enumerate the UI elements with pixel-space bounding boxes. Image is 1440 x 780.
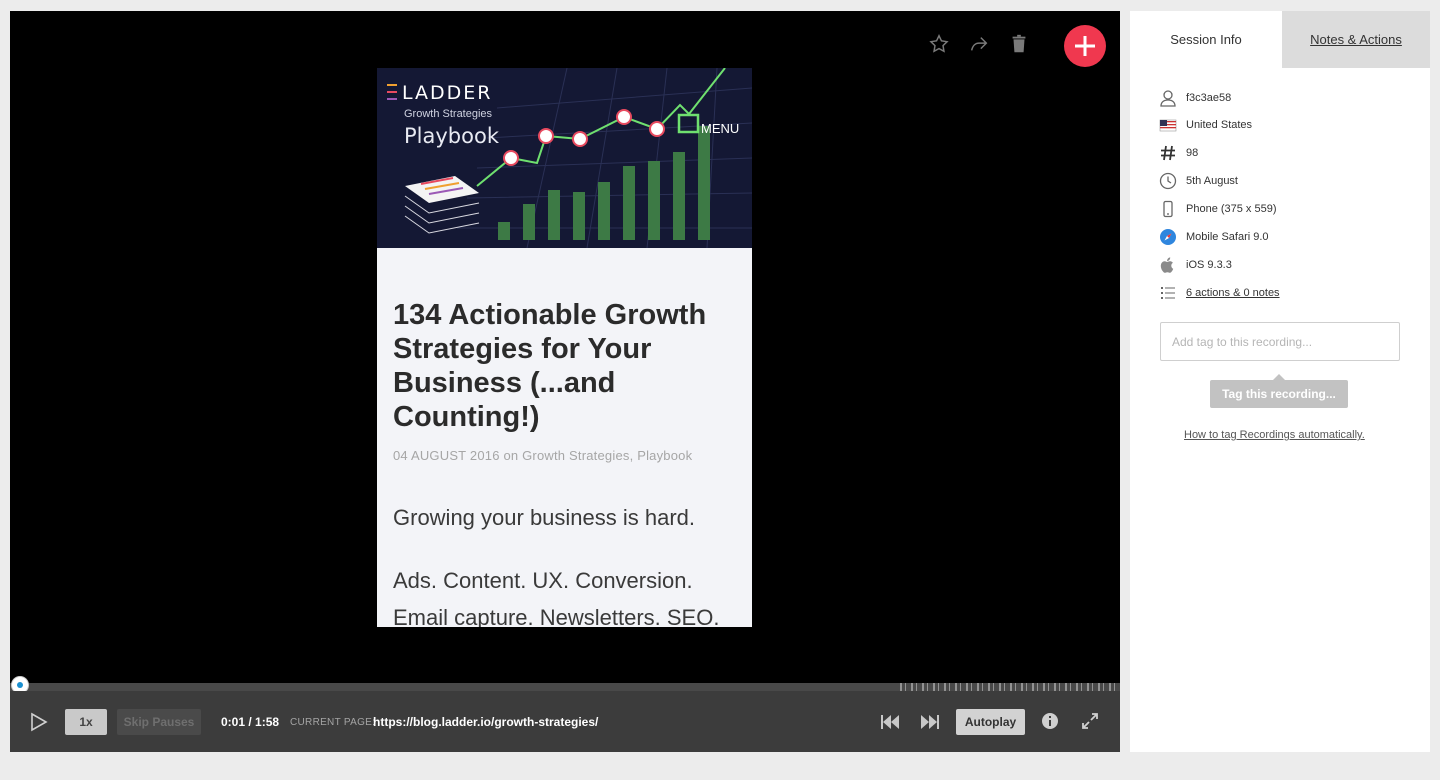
menu-label: MENU [701, 121, 740, 136]
article-tag-separator: , [629, 448, 634, 463]
tag-input[interactable] [1160, 322, 1400, 361]
sidebar-tabs: Session Info Notes & Actions [1130, 11, 1430, 68]
next-session-icon[interactable] [920, 713, 940, 731]
session-number: 98 [1186, 147, 1199, 159]
article-date: 04 AUGUST 2016 [393, 448, 500, 463]
share-icon[interactable] [968, 33, 990, 55]
us-flag-icon [1159, 116, 1177, 134]
autoplay-button[interactable]: Autoplay [956, 709, 1025, 735]
clock-icon [1159, 172, 1177, 190]
article-title: 134 Actionable Growth Strategies for You… [393, 299, 707, 433]
tab-session-info[interactable]: Session Info [1130, 11, 1282, 68]
device: Phone (375 x 559) [1186, 203, 1277, 215]
article-meta-on: on [503, 448, 519, 463]
player-viewport: LADDER Growth Strategies Playbook MENU 1… [10, 11, 1120, 683]
playback-time: 0:01 / 1:58 [221, 715, 280, 729]
user-id: f3c3ae58 [1186, 92, 1232, 104]
ladder-logo: LADDER [387, 82, 493, 104]
play-icon[interactable] [30, 712, 48, 732]
actions-notes-link[interactable]: 6 actions & 0 notes [1186, 287, 1280, 299]
info-number: 98 [1159, 144, 1198, 162]
info-device: Phone (375 x 559) [1159, 200, 1277, 218]
recorded-page: LADDER Growth Strategies Playbook MENU 1… [377, 68, 752, 627]
auto-tag-help-link[interactable]: How to tag Recordings automatically. [1184, 429, 1365, 441]
info-user: f3c3ae58 [1159, 89, 1231, 107]
previous-session-icon[interactable] [880, 713, 900, 731]
phone-icon [1159, 200, 1177, 218]
article-meta: 04 AUGUST 2016 on Growth Strategies, Pla… [393, 448, 692, 463]
fullscreen-icon[interactable] [1081, 712, 1099, 730]
tab-notes-actions[interactable]: Notes & Actions [1282, 11, 1430, 68]
trash-icon[interactable] [1008, 33, 1030, 55]
playback-timeline[interactable] [10, 677, 1120, 693]
operating-system: iOS 9.3.3 [1186, 259, 1232, 271]
star-icon[interactable] [928, 33, 950, 55]
add-button[interactable] [1064, 25, 1106, 67]
hero-subtitle: Growth Strategies [404, 108, 493, 120]
browser: Mobile Safari 9.0 [1186, 231, 1269, 243]
activity-markers [900, 683, 1120, 691]
hero-title: Playbook [404, 124, 499, 148]
info-country: United States [1159, 116, 1252, 134]
country: United States [1186, 119, 1253, 131]
speed-button[interactable]: 1x [65, 709, 107, 735]
tag-recording-button[interactable]: Tag this recording... [1210, 374, 1348, 408]
article-tag-growth-strategies: Growth Strategies [522, 448, 630, 463]
skip-pauses-button[interactable]: Skip Pauses [117, 709, 201, 735]
session-date: 5th August [1186, 175, 1238, 187]
session-player: LADDER Growth Strategies Playbook MENU 1… [10, 11, 1120, 752]
info-icon[interactable] [1041, 712, 1059, 730]
current-page-url: https://blog.ladder.io/growth-strategies… [373, 715, 599, 729]
hero-banner: LADDER Growth Strategies Playbook MENU [377, 68, 752, 248]
info-date: 5th August [1159, 172, 1238, 190]
info-actions: 6 actions & 0 notes [1159, 284, 1280, 302]
safari-icon [1159, 228, 1177, 246]
hash-icon [1159, 144, 1177, 162]
article-tag-playbook: Playbook [637, 448, 693, 463]
player-controls: 1x Skip Pauses 0:01 / 1:58 CURRENT PAGE:… [10, 691, 1120, 752]
info-browser: Mobile Safari 9.0 [1159, 228, 1269, 246]
article-paragraph: Growing your business is hard. [393, 505, 696, 530]
list-icon [1159, 284, 1177, 302]
user-icon [1159, 89, 1177, 107]
article-paragraph: Ads. Content. UX. Conversion. Email capt… [393, 568, 720, 627]
session-sidebar: Session Info Notes & Actions f3c3ae58 Un… [1130, 11, 1430, 752]
info-os: iOS 9.3.3 [1159, 256, 1232, 274]
apple-icon [1159, 256, 1177, 274]
current-page-label: CURRENT PAGE: [290, 717, 376, 728]
